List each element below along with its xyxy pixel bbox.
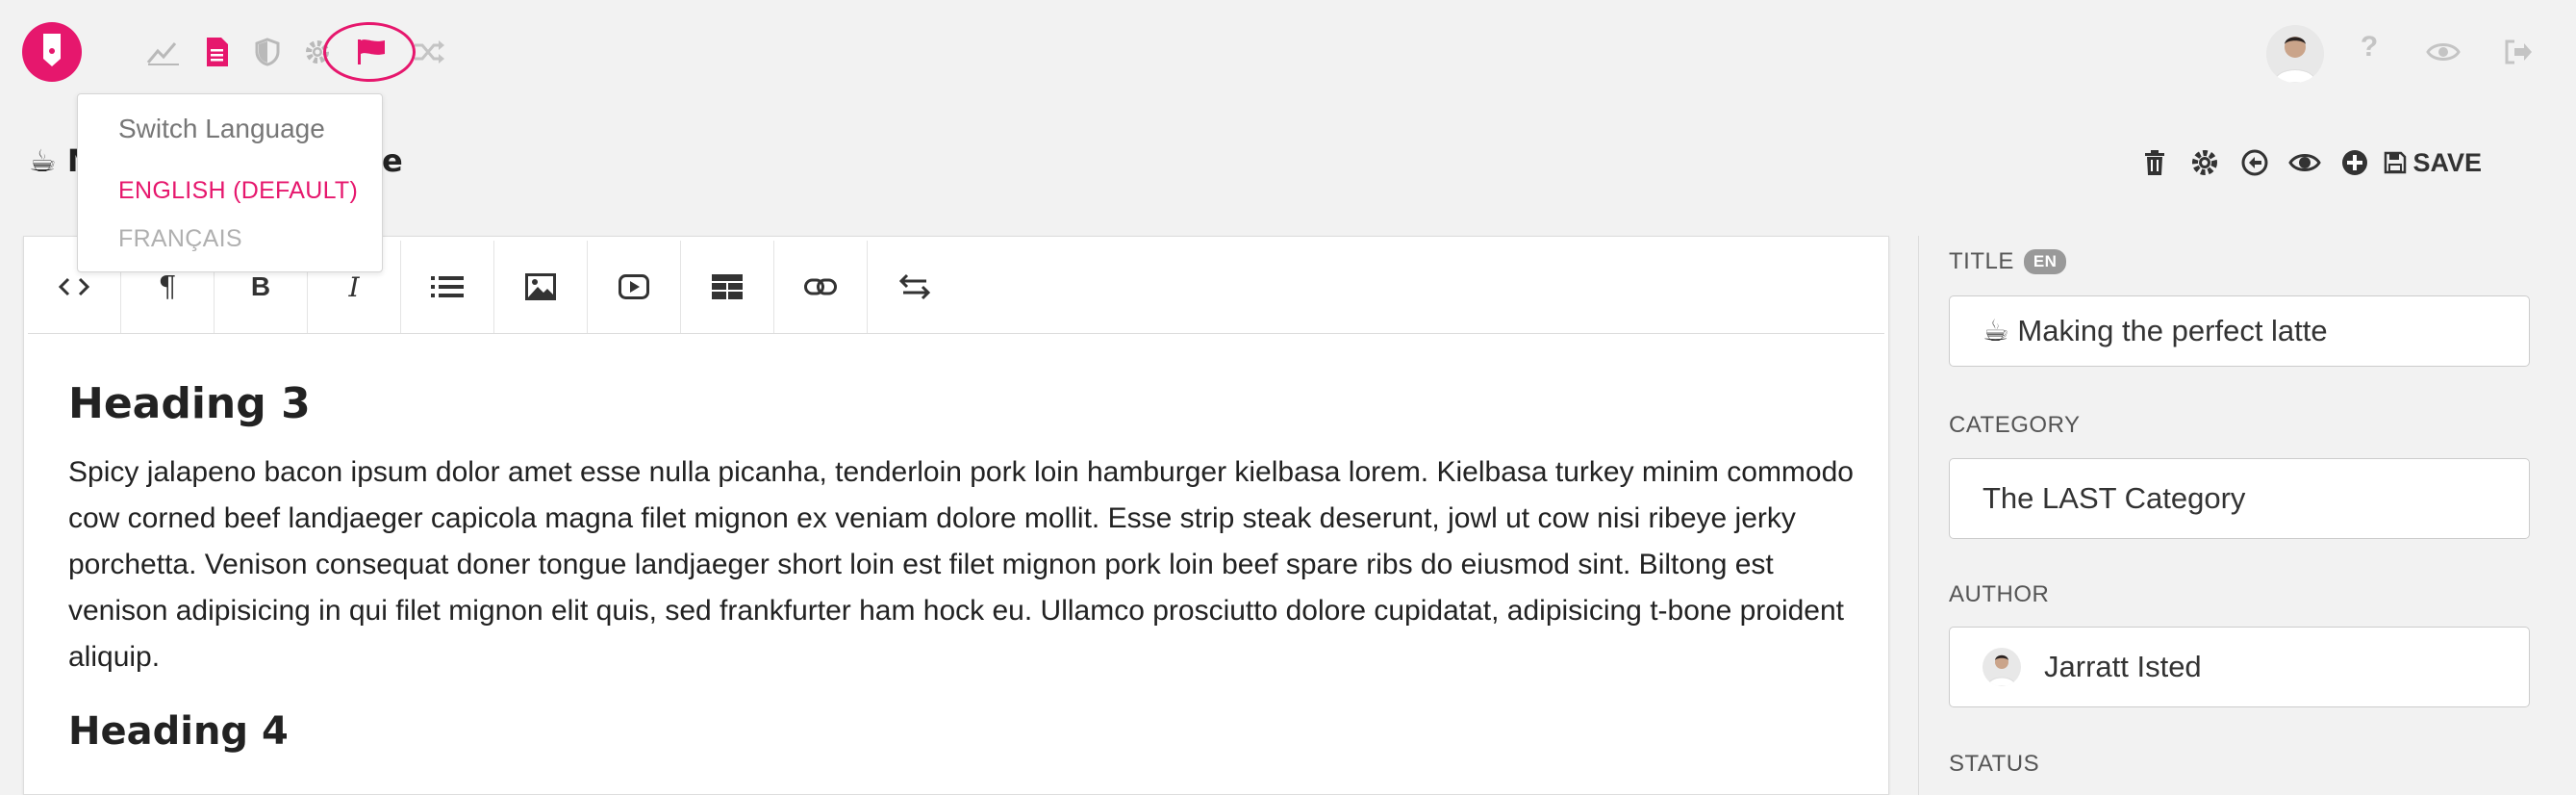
video-icon[interactable] bbox=[588, 241, 681, 333]
back-icon[interactable] bbox=[2230, 144, 2280, 181]
title-field-value: ☕ Making the perfect latte bbox=[1983, 314, 2328, 347]
swap-icon[interactable] bbox=[868, 241, 961, 333]
language-option-french[interactable]: FRANÇAIS bbox=[118, 225, 242, 253]
status-label: STATUS bbox=[1949, 751, 2040, 777]
app-logo[interactable] bbox=[22, 22, 82, 82]
author-select[interactable]: Jarratt Isted bbox=[1949, 627, 2530, 707]
save-label: SAVE bbox=[2412, 147, 2482, 177]
title-label: TITLE EN bbox=[1949, 248, 2067, 275]
document-icon[interactable] bbox=[198, 33, 237, 71]
language-option-english[interactable]: ENGLISH (DEFAULT) bbox=[118, 177, 358, 205]
flag-highlight bbox=[323, 22, 416, 82]
language-dropdown: Switch Language ENGLISH (DEFAULT) FRANÇA… bbox=[77, 93, 383, 272]
title-text-end: e bbox=[382, 142, 403, 179]
help-icon[interactable]: ? bbox=[2355, 31, 2384, 69]
eye-icon[interactable] bbox=[2424, 33, 2462, 71]
panel-divider bbox=[1918, 236, 1919, 795]
image-icon[interactable] bbox=[494, 241, 588, 333]
gear-icon[interactable] bbox=[2180, 144, 2230, 181]
author-avatar bbox=[1983, 648, 2021, 686]
title-field[interactable]: ☕ Making the perfect latte bbox=[1949, 295, 2530, 367]
chart-icon[interactable] bbox=[144, 33, 183, 71]
content-paragraph: Spicy jalapeno bacon ipsum dolor amet es… bbox=[68, 456, 1854, 673]
save-icon bbox=[2385, 151, 2407, 174]
preview-icon[interactable] bbox=[2280, 144, 2330, 181]
content-heading-4: Heading 4 bbox=[68, 709, 289, 754]
document-actions: SAVE bbox=[2130, 144, 2482, 181]
category-value: The LAST Category bbox=[1983, 481, 2246, 515]
trash-icon[interactable] bbox=[2130, 144, 2180, 181]
logo-icon bbox=[43, 34, 61, 66]
add-icon[interactable] bbox=[2330, 144, 2380, 181]
link-icon[interactable] bbox=[774, 241, 868, 333]
category-select[interactable]: The LAST Category bbox=[1949, 458, 2530, 539]
avatar[interactable] bbox=[2266, 25, 2324, 83]
language-menu-header: Switch Language bbox=[118, 114, 325, 143]
shuffle-icon[interactable] bbox=[410, 33, 448, 71]
save-button[interactable]: SAVE bbox=[2384, 148, 2482, 178]
list-icon[interactable] bbox=[401, 241, 494, 333]
editor-content[interactable]: Heading 3 Spicy jalapeno bacon ipsum dol… bbox=[68, 379, 1857, 754]
author-label: AUTHOR bbox=[1949, 581, 2050, 607]
table-icon[interactable] bbox=[681, 241, 774, 333]
content-editor: ¶ B I Heading 3 Spicy jalapeno bacon ips… bbox=[23, 236, 1889, 795]
category-label: CATEGORY bbox=[1949, 412, 2081, 438]
title-emoji: ☕ bbox=[29, 142, 57, 179]
logout-icon[interactable] bbox=[2499, 33, 2538, 71]
shield-icon[interactable] bbox=[248, 33, 287, 71]
language-badge: EN bbox=[2023, 249, 2067, 274]
content-heading-3: Heading 3 bbox=[68, 379, 311, 428]
author-value: Jarratt Isted bbox=[2044, 650, 2202, 683]
